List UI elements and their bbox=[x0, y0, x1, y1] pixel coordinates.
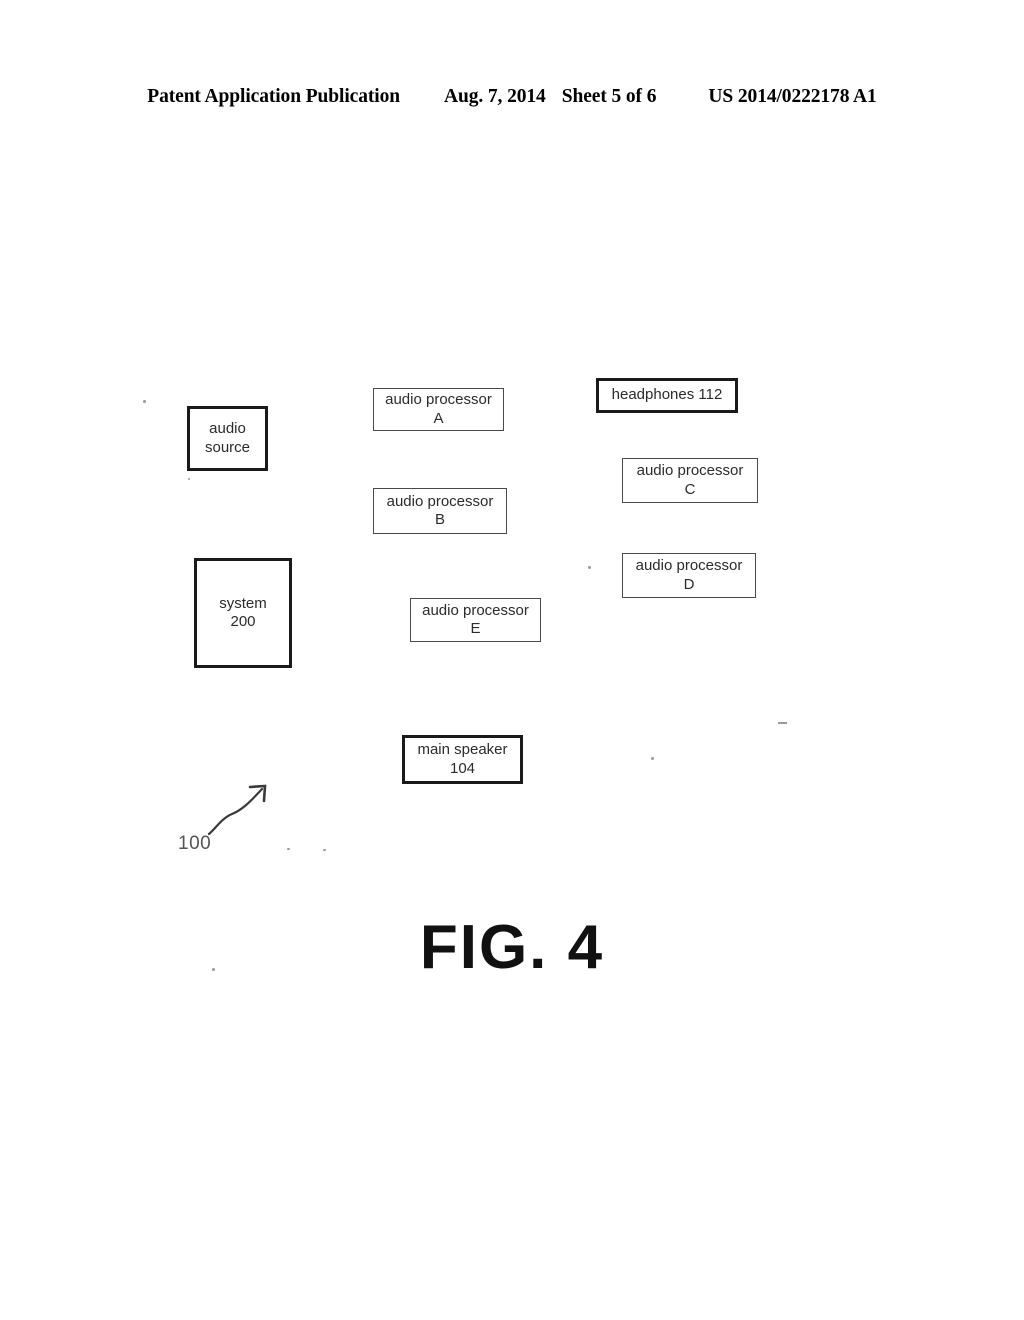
block-audio-processor-c: audio processor C bbox=[622, 458, 758, 503]
block-main-speaker-104: main speaker 104 bbox=[402, 735, 523, 784]
block-audio-source-line2: source bbox=[204, 438, 251, 456]
block-system-200-line2: 200 bbox=[230, 613, 256, 630]
block-audio-processor-a-line1: audio processor bbox=[385, 391, 492, 409]
scan-speck bbox=[188, 478, 190, 480]
block-audio-source: audio source bbox=[187, 406, 268, 471]
reference-numeral-100: 100 bbox=[178, 833, 212, 854]
scan-speck bbox=[588, 566, 591, 569]
reference-lead-arrow-icon bbox=[207, 784, 267, 836]
block-audio-processor-a: audio processor A bbox=[373, 388, 504, 431]
block-audio-source-line1: audio bbox=[209, 420, 246, 438]
scan-speck bbox=[323, 849, 326, 851]
block-headphones-112: headphones 112 bbox=[596, 378, 738, 413]
block-audio-processor-e-line1: audio processor bbox=[422, 601, 529, 619]
scan-speck bbox=[778, 722, 787, 724]
block-audio-processor-e-line2: E bbox=[470, 620, 481, 637]
scan-speck bbox=[651, 757, 654, 760]
scan-speck bbox=[143, 400, 146, 403]
block-audio-processor-b-line2: B bbox=[434, 511, 445, 528]
block-main-speaker-104-line2: 104 bbox=[449, 759, 476, 777]
block-audio-processor-b: audio processor B bbox=[373, 488, 507, 534]
block-system-200: system 200 bbox=[194, 558, 292, 668]
block-audio-processor-b-line1: audio processor bbox=[386, 492, 494, 510]
figure-caption: FIG. 4 bbox=[419, 913, 605, 982]
block-audio-processor-d-line1: audio processor bbox=[635, 557, 743, 575]
block-audio-processor-e: audio processor E bbox=[410, 598, 541, 642]
block-audio-processor-a-line2: A bbox=[433, 409, 444, 427]
block-audio-processor-c-line1: audio processor bbox=[636, 462, 744, 480]
scan-speck bbox=[287, 848, 290, 850]
figure-4-diagram: audio source audio processor A audio pro… bbox=[0, 0, 1024, 1320]
block-audio-processor-d: audio processor D bbox=[622, 553, 756, 598]
block-system-200-line1: system bbox=[219, 594, 267, 612]
block-main-speaker-104-line1: main speaker bbox=[417, 741, 508, 759]
block-audio-processor-d-line2: D bbox=[683, 575, 695, 593]
block-headphones-112-line1: headphones 112 bbox=[611, 386, 723, 404]
block-audio-processor-c-line2: C bbox=[684, 480, 696, 498]
